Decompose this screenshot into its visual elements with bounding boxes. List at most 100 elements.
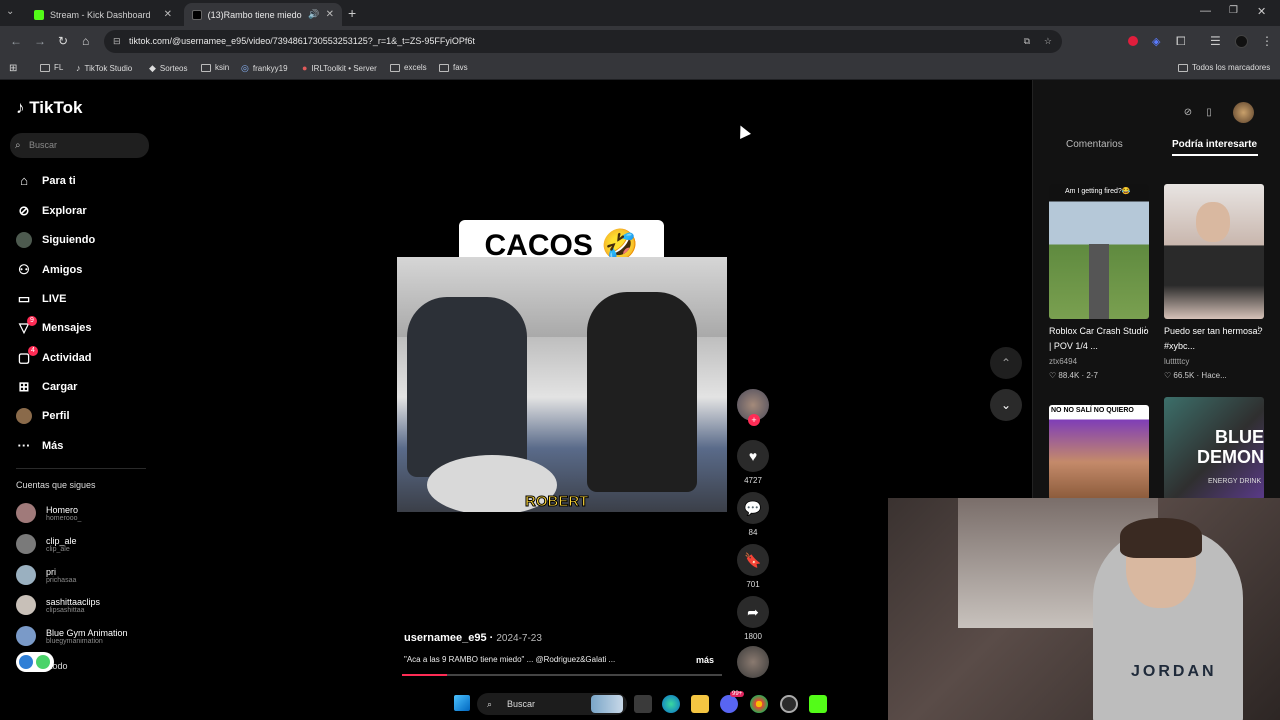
more-button[interactable]: más (696, 655, 714, 665)
all-bookmarks[interactable]: Todos los marcadores (1178, 63, 1270, 72)
suggested-video-thumb[interactable]: Am I getting fired?😂 (1049, 184, 1149, 319)
next-video-button[interactable]: ⌄ (990, 389, 1022, 421)
bookmark-fl[interactable]: FL (40, 63, 63, 72)
nav-amigos[interactable]: ⚇ Amigos (16, 262, 82, 278)
reload-icon[interactable]: ↻ (58, 34, 68, 48)
previous-video-button[interactable]: ⌃ (990, 347, 1022, 379)
like-action[interactable]: ♥ 4727 (737, 440, 769, 485)
more-options-icon[interactable]: ⋮ (1141, 325, 1150, 336)
comment-count: 84 (748, 528, 758, 537)
windows-start-icon[interactable] (454, 695, 472, 713)
close-icon[interactable]: ✕ (326, 9, 334, 20)
comment-icon[interactable]: 💬 (737, 492, 769, 524)
extension-shield-icon[interactable]: ◈ (1152, 35, 1160, 48)
nav-label: Actividad (42, 352, 92, 364)
minimize-icon[interactable]: — (1200, 5, 1211, 17)
more-icon: ··· (17, 438, 31, 453)
discord-icon[interactable] (720, 695, 738, 713)
video-progress-bar[interactable] (402, 674, 722, 676)
reading-list-icon[interactable]: ☰ (1210, 34, 1221, 48)
tiktok-logo[interactable]: ♪ TikTok (16, 98, 82, 118)
bookmark-sorteos[interactable]: ◆ Sorteos (149, 63, 188, 74)
author-name[interactable]: usernamee_e95 (404, 632, 487, 644)
followed-account[interactable]: clip_ale clip_ale (16, 534, 77, 554)
bookmark-star-icon[interactable]: ☆ (1044, 30, 1052, 53)
suggested-video-thumb[interactable] (1164, 184, 1264, 319)
close-window-icon[interactable]: ✕ (1257, 5, 1266, 18)
suggested-video-user[interactable]: ztx6494 (1049, 357, 1077, 366)
new-tab-button[interactable]: + (348, 5, 356, 21)
suggested-video-thumb[interactable]: BLUE DEMON ENERGY DRINK (1164, 397, 1264, 500)
tab-tiktok-video[interactable]: (13)Rambo tiene miedo: Ur 🔊 ✕ (184, 3, 342, 26)
share-action[interactable]: ➦ 1800 (737, 596, 769, 641)
followed-account[interactable]: sashittaaclips clipsashittaa (16, 595, 100, 615)
edge-icon[interactable] (662, 695, 680, 713)
search-input[interactable]: ⌕ Buscar (10, 133, 149, 158)
bookmark-tiktok-studio[interactable]: ♪ TikTok Studio (76, 63, 132, 73)
bookmark-excels[interactable]: excels (390, 63, 427, 72)
home-icon[interactable]: ⌂ (82, 34, 89, 48)
irltoolkit-icon: ● (302, 63, 308, 73)
bookmark-ksin[interactable]: ksin (201, 63, 229, 72)
back-icon[interactable]: ← (10, 34, 22, 48)
followed-account[interactable]: Homero homerooo_ (16, 503, 81, 523)
apps-icon[interactable]: ⊞ (9, 63, 17, 74)
video-player[interactable]: ROBERT (397, 257, 727, 512)
nav-para-ti[interactable]: ⌂ Para ti (16, 173, 76, 188)
site-info-icon[interactable]: ⊟ (113, 30, 121, 53)
chrome-icon[interactable] (750, 695, 768, 713)
save-action[interactable]: 🔖 701 (737, 544, 769, 589)
file-explorer-icon[interactable] (691, 695, 709, 713)
bookmark-frankyy19[interactable]: ◎ frankyy19 (241, 63, 288, 74)
nav-mas[interactable]: ··· Más (16, 438, 64, 453)
compass-icon[interactable]: ⊘ (1179, 104, 1197, 122)
followed-account[interactable]: pri prichasaa (16, 565, 76, 585)
tab-comentarios[interactable]: Comentarios (1066, 139, 1123, 150)
nav-live[interactable]: ▭ LIVE (16, 291, 67, 307)
bookmark-irltoolkit[interactable]: ● IRLToolkit • Server (302, 63, 377, 73)
restore-icon[interactable]: ❐ (1229, 5, 1238, 16)
followed-account[interactable]: Blue Gym Animation bluegymanimation (16, 626, 128, 646)
phone-icon[interactable]: ▯ (1200, 104, 1218, 122)
bookmarks-bar: ⊞ FL ♪ TikTok Studio ◆ Sorteos ksin ◎ frank… (0, 58, 1280, 80)
share-icon[interactable]: ➦ (737, 596, 769, 628)
task-view-icon[interactable] (634, 695, 652, 713)
profile-avatar[interactable] (1235, 35, 1248, 48)
notification-badge: 99+ (730, 691, 745, 697)
follow-button[interactable]: + (748, 414, 760, 426)
thumb-overlay-text: NO NO SALÍ NO QUIERO (1051, 407, 1134, 414)
suggested-video-thumb[interactable]: NO NO SALÍ NO QUIERO (1049, 405, 1149, 500)
comment-action[interactable]: 💬 84 (737, 492, 769, 537)
video-author[interactable]: usernamee_e95 · 2024-7-23 (404, 632, 542, 644)
kick-icon[interactable] (809, 695, 827, 713)
speaker-icon[interactable]: 🔊 (308, 9, 319, 20)
extensions-icon[interactable]: ⧠ (1176, 34, 1186, 49)
nav-siguiendo[interactable]: Siguiendo (16, 232, 95, 248)
heart-icon[interactable]: ♥ (737, 440, 769, 472)
nav-perfil[interactable]: Perfil (16, 408, 70, 424)
suggested-video-user[interactable]: lutttttcy (1164, 357, 1189, 366)
folder-icon (1178, 63, 1188, 72)
close-icon[interactable]: ✕ (164, 9, 172, 20)
tab-list-button[interactable]: ⌄ (6, 6, 14, 17)
nav-label: Cargar (42, 381, 78, 393)
tab-podria-interesarte[interactable]: Podría interesarte (1172, 139, 1257, 150)
post-date: 2-7 (1086, 371, 1098, 380)
bookmark-favs[interactable]: favs (439, 63, 468, 72)
forward-icon[interactable]: → (34, 34, 46, 48)
address-bar[interactable]: ⊟ tiktok.com/@usernamee_e95/video/739486… (104, 30, 1062, 53)
bookmark-icon[interactable]: 🔖 (737, 544, 769, 576)
install-app-icon[interactable]: ⧉ (1024, 30, 1030, 53)
extension-red-icon[interactable] (1128, 36, 1138, 46)
tab-kick-dashboard[interactable]: Stream - Kick Dashboard ✕ (26, 3, 180, 26)
music-disc[interactable] (737, 646, 769, 678)
user-avatar[interactable] (1233, 102, 1254, 123)
more-options-icon[interactable]: ⋮ (1254, 325, 1263, 336)
suggested-video-title[interactable]: Puedo ser tan hermosa? #xybc... (1164, 324, 1264, 354)
obs-icon[interactable] (780, 695, 798, 713)
suggested-video-title[interactable]: Roblox Car Crash Studio | POV 1/4 ... (1049, 324, 1149, 354)
widget-icon[interactable] (591, 695, 623, 713)
nav-explorar[interactable]: ⊘ Explorar (16, 203, 87, 219)
nav-cargar[interactable]: ⊞ Cargar (16, 379, 78, 395)
menu-icon[interactable]: ⋮ (1261, 34, 1273, 48)
